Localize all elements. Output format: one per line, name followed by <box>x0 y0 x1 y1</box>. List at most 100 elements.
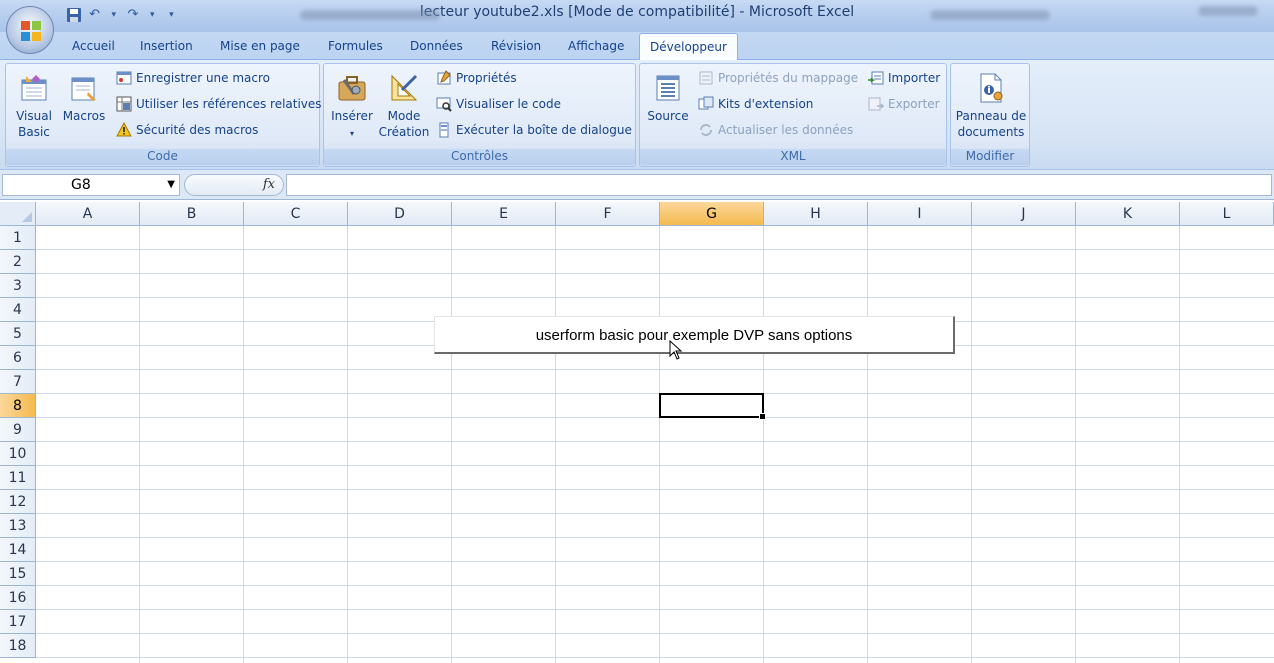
redo-icon[interactable]: ↷ <box>126 7 139 23</box>
row-header-5[interactable]: 5 <box>0 322 36 346</box>
column-header-e[interactable]: E <box>452 202 556 226</box>
grid-column-line <box>763 226 764 663</box>
select-all-corner[interactable] <box>0 202 36 226</box>
tab-insertion[interactable]: Insertion <box>140 39 193 53</box>
office-button[interactable] <box>6 6 54 54</box>
column-header-b[interactable]: B <box>140 202 244 226</box>
redo-dropdown-icon[interactable]: ▾ <box>146 7 159 23</box>
visual-basic-button[interactable]: Visual Basic <box>12 72 56 140</box>
export-button[interactable]: Exporter <box>868 94 940 114</box>
refresh-data-button[interactable]: Actualiser les données <box>698 120 853 140</box>
column-header-d[interactable]: D <box>348 202 452 226</box>
grid-row-line <box>36 537 1274 538</box>
column-header-h[interactable]: H <box>764 202 868 226</box>
row-header-13[interactable]: 13 <box>0 514 36 538</box>
tab-accueil[interactable]: Accueil <box>72 39 115 53</box>
group-code: Visual Basic Macros Enregistrer une macr… <box>5 63 322 167</box>
toolbox-icon <box>338 76 366 101</box>
tab-affichage[interactable]: Affichage <box>568 39 624 53</box>
column-header-l[interactable]: L <box>1180 202 1274 226</box>
design-mode-label-1: Mode <box>387 109 421 123</box>
tab-donnees[interactable]: Données <box>410 39 463 53</box>
tab-revision[interactable]: Révision <box>491 39 541 53</box>
column-header-c[interactable]: C <box>244 202 348 226</box>
row-header-11[interactable]: 11 <box>0 466 36 490</box>
record-macro-icon <box>116 71 132 85</box>
grid-row-line <box>36 633 1274 634</box>
row-header-2[interactable]: 2 <box>0 250 36 274</box>
row-header-14[interactable]: 14 <box>0 538 36 562</box>
window-title: lecteur youtube2.xls [Mode de compatibil… <box>419 4 855 20</box>
map-properties-button[interactable]: Propriétés du mappage <box>698 68 858 88</box>
expansion-packs-label: Kits d'extension <box>718 97 814 111</box>
document-panel-button[interactable]: Panneau de documents <box>953 72 1029 140</box>
grid-row-line <box>36 297 1274 298</box>
quick-access-toolbar: ↶ ▾ ↷ ▾ ▾ <box>58 4 178 26</box>
row-header-15[interactable]: 15 <box>0 562 36 586</box>
column-header-f[interactable]: F <box>556 202 660 226</box>
grid-row-line <box>36 441 1274 442</box>
macros-label: Macros <box>62 109 106 123</box>
name-box[interactable]: G8 ▼ <box>2 174 180 196</box>
tab-mise-en-page[interactable]: Mise en page <box>220 39 300 53</box>
column-header-a[interactable]: A <box>36 202 140 226</box>
row-header-3[interactable]: 3 <box>0 274 36 298</box>
run-dialog-button[interactable]: Exécuter la boîte de dialogue <box>436 120 632 140</box>
row-header-10[interactable]: 10 <box>0 442 36 466</box>
map-properties-label: Propriétés du mappage <box>718 71 859 85</box>
undo-icon[interactable]: ↶ <box>88 7 101 23</box>
column-header-g[interactable]: G <box>660 202 764 226</box>
document-panel-label-2: documents <box>957 125 1025 139</box>
formula-bar: G8 ▼ fx <box>0 170 1274 200</box>
row-header-1[interactable]: 1 <box>0 226 36 250</box>
grid-column-line <box>1075 226 1076 663</box>
xml-source-button[interactable]: Source <box>644 72 692 124</box>
active-cell[interactable] <box>659 393 766 420</box>
save-icon[interactable] <box>66 7 82 23</box>
row-header-8[interactable]: 8 <box>0 394 36 418</box>
grid-column-line <box>451 226 452 663</box>
properties-button[interactable]: Propriétés <box>436 68 517 88</box>
grid-row-line <box>36 657 1274 658</box>
grid-column-line <box>347 226 348 663</box>
design-mode-icon <box>391 74 418 101</box>
design-mode-button[interactable]: Mode Création <box>376 72 432 140</box>
row-header-6[interactable]: 6 <box>0 346 36 370</box>
insert-control-button[interactable]: Insérer ▾ <box>328 72 376 142</box>
tab-formules[interactable]: Formules <box>328 39 383 53</box>
tab-developpeur[interactable]: Développeur <box>639 33 738 61</box>
import-label: Importer <box>888 71 941 85</box>
insert-function-pill[interactable]: fx <box>184 174 284 196</box>
relative-references-button[interactable]: Utiliser les références relatives <box>116 94 322 114</box>
column-header-i[interactable]: I <box>868 202 972 226</box>
fx-icon[interactable]: fx <box>263 177 275 192</box>
blurred-region <box>300 10 440 20</box>
macro-security-button[interactable]: Sécurité des macros <box>116 120 258 140</box>
visual-basic-icon <box>21 75 47 101</box>
relative-references-label: Utiliser les références relatives <box>136 97 322 111</box>
undo-dropdown-icon[interactable]: ▾ <box>107 7 120 23</box>
column-header-k[interactable]: K <box>1076 202 1180 226</box>
view-code-button[interactable]: Visualiser le code <box>436 94 561 114</box>
import-button[interactable]: Importer <box>868 68 940 88</box>
row-header-4[interactable]: 4 <box>0 298 36 322</box>
row-header-18[interactable]: 18 <box>0 634 36 658</box>
name-box-dropdown-icon[interactable]: ▼ <box>167 179 175 190</box>
group-code-label: Code <box>6 149 319 165</box>
mouse-cursor-icon <box>669 340 683 360</box>
formula-input[interactable] <box>286 174 1272 196</box>
row-header-9[interactable]: 9 <box>0 418 36 442</box>
grid-column-line <box>971 226 972 663</box>
worksheet[interactable]: ABCDEFGHIJKL 1 2 3 4 5 6 7 8 9 10 11 12 13 14 15 16 17 18… <box>0 202 1274 663</box>
row-header-7[interactable]: 7 <box>0 370 36 394</box>
grid-column-line <box>243 226 244 663</box>
row-header-12[interactable]: 12 <box>0 490 36 514</box>
row-header-16[interactable]: 16 <box>0 586 36 610</box>
expansion-packs-button[interactable]: Kits d'extension <box>698 94 813 114</box>
column-header-j[interactable]: J <box>972 202 1076 226</box>
userform-button[interactable]: userform basic pour exemple DVP sans opt… <box>434 316 955 354</box>
row-header-17[interactable]: 17 <box>0 610 36 634</box>
customize-toolbar-icon[interactable]: ▾ <box>165 7 178 23</box>
macros-button[interactable]: Macros <box>60 72 108 124</box>
record-macro-button[interactable]: Enregistrer une macro <box>116 68 270 88</box>
